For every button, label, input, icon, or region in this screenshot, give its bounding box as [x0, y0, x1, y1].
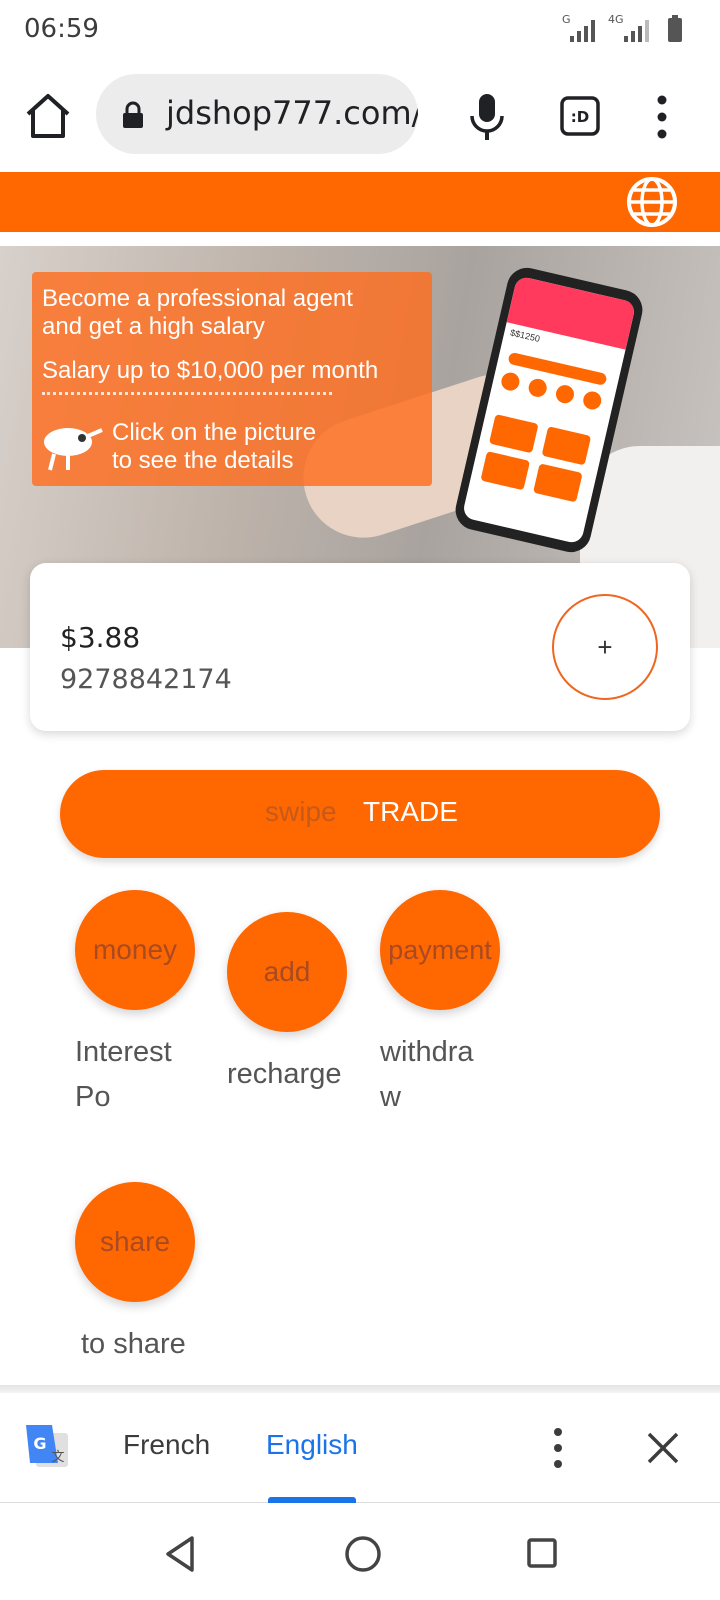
- lock-icon: [123, 101, 143, 128]
- globe-language-icon[interactable]: [624, 174, 680, 230]
- translate-bar: G 文 French English: [0, 1393, 720, 1503]
- home-circle-icon[interactable]: [343, 1534, 383, 1574]
- banner-divider: [42, 392, 332, 395]
- microphone-icon[interactable]: [462, 90, 512, 144]
- svg-text::D: :D: [571, 108, 589, 126]
- payment-icon[interactable]: payment: [380, 890, 500, 1010]
- action-recharge[interactable]: add recharge: [227, 912, 349, 1097]
- recent-apps-icon[interactable]: [525, 1536, 559, 1570]
- site-header: [0, 172, 720, 232]
- tab-switcher-icon[interactable]: :D: [560, 96, 600, 136]
- source-language-tab[interactable]: French: [123, 1429, 210, 1461]
- action-share[interactable]: share to share: [75, 1182, 197, 1367]
- status-time: 06:59: [24, 14, 99, 44]
- svg-text:4G: 4G: [608, 14, 624, 26]
- browser-toolbar: jdshop777.com/i :D: [0, 62, 720, 170]
- share-icon[interactable]: share: [75, 1182, 195, 1302]
- android-nav-bar: [0, 1504, 720, 1600]
- banner-text-box: Become a professional agent and get a hi…: [32, 272, 432, 486]
- google-translate-icon: G 文: [26, 1425, 68, 1467]
- address-bar[interactable]: jdshop777.com/i: [96, 74, 418, 154]
- banner-line: Click on the picture: [112, 419, 317, 446]
- url-text: jdshop777.com/i: [166, 94, 418, 132]
- trade-button[interactable]: swipe TRADE: [60, 770, 660, 858]
- action-withdraw[interactable]: payment withdraw: [380, 890, 502, 1120]
- swipe-icon-label: swipe: [265, 796, 337, 827]
- account-id: 9278842174: [60, 664, 232, 695]
- balance-card: $3.88 9278842174 +: [30, 563, 690, 731]
- home-icon[interactable]: [22, 90, 74, 142]
- more-menu-icon[interactable]: [652, 92, 672, 142]
- translate-divider: [0, 1385, 720, 1393]
- action-label: Interest Po: [75, 1036, 172, 1113]
- action-label: to share: [81, 1328, 186, 1360]
- signal-battery-icons: G 4G: [562, 14, 682, 42]
- translate-menu-icon[interactable]: [548, 1425, 568, 1471]
- back-icon[interactable]: [162, 1534, 198, 1574]
- trade-label: TRADE: [363, 796, 458, 827]
- action-interest[interactable]: money Interest Po: [75, 890, 197, 1120]
- svg-text:G: G: [562, 14, 571, 26]
- target-language-tab[interactable]: English: [266, 1429, 358, 1461]
- action-label: recharge: [227, 1058, 342, 1090]
- action-label: withdraw: [380, 1036, 474, 1113]
- banner-line: and get a high salary: [42, 313, 265, 340]
- banner-line: Become a professional agent: [42, 285, 353, 312]
- svg-text:文: 文: [51, 1450, 64, 1465]
- close-icon[interactable]: [644, 1429, 682, 1467]
- svg-text:G: G: [33, 1434, 46, 1453]
- active-tab-indicator: [268, 1497, 356, 1503]
- banner-line: to see the details: [112, 447, 294, 474]
- banner-line: Salary up to $10,000 per month: [42, 357, 379, 384]
- add-funds-button[interactable]: +: [552, 594, 658, 700]
- mascot-dog-icon: [44, 428, 103, 471]
- money-icon[interactable]: money: [75, 890, 195, 1010]
- balance-amount: $3.88: [60, 621, 141, 654]
- status-bar: 06:59 G 4G: [0, 0, 720, 62]
- add-icon[interactable]: add: [227, 912, 347, 1032]
